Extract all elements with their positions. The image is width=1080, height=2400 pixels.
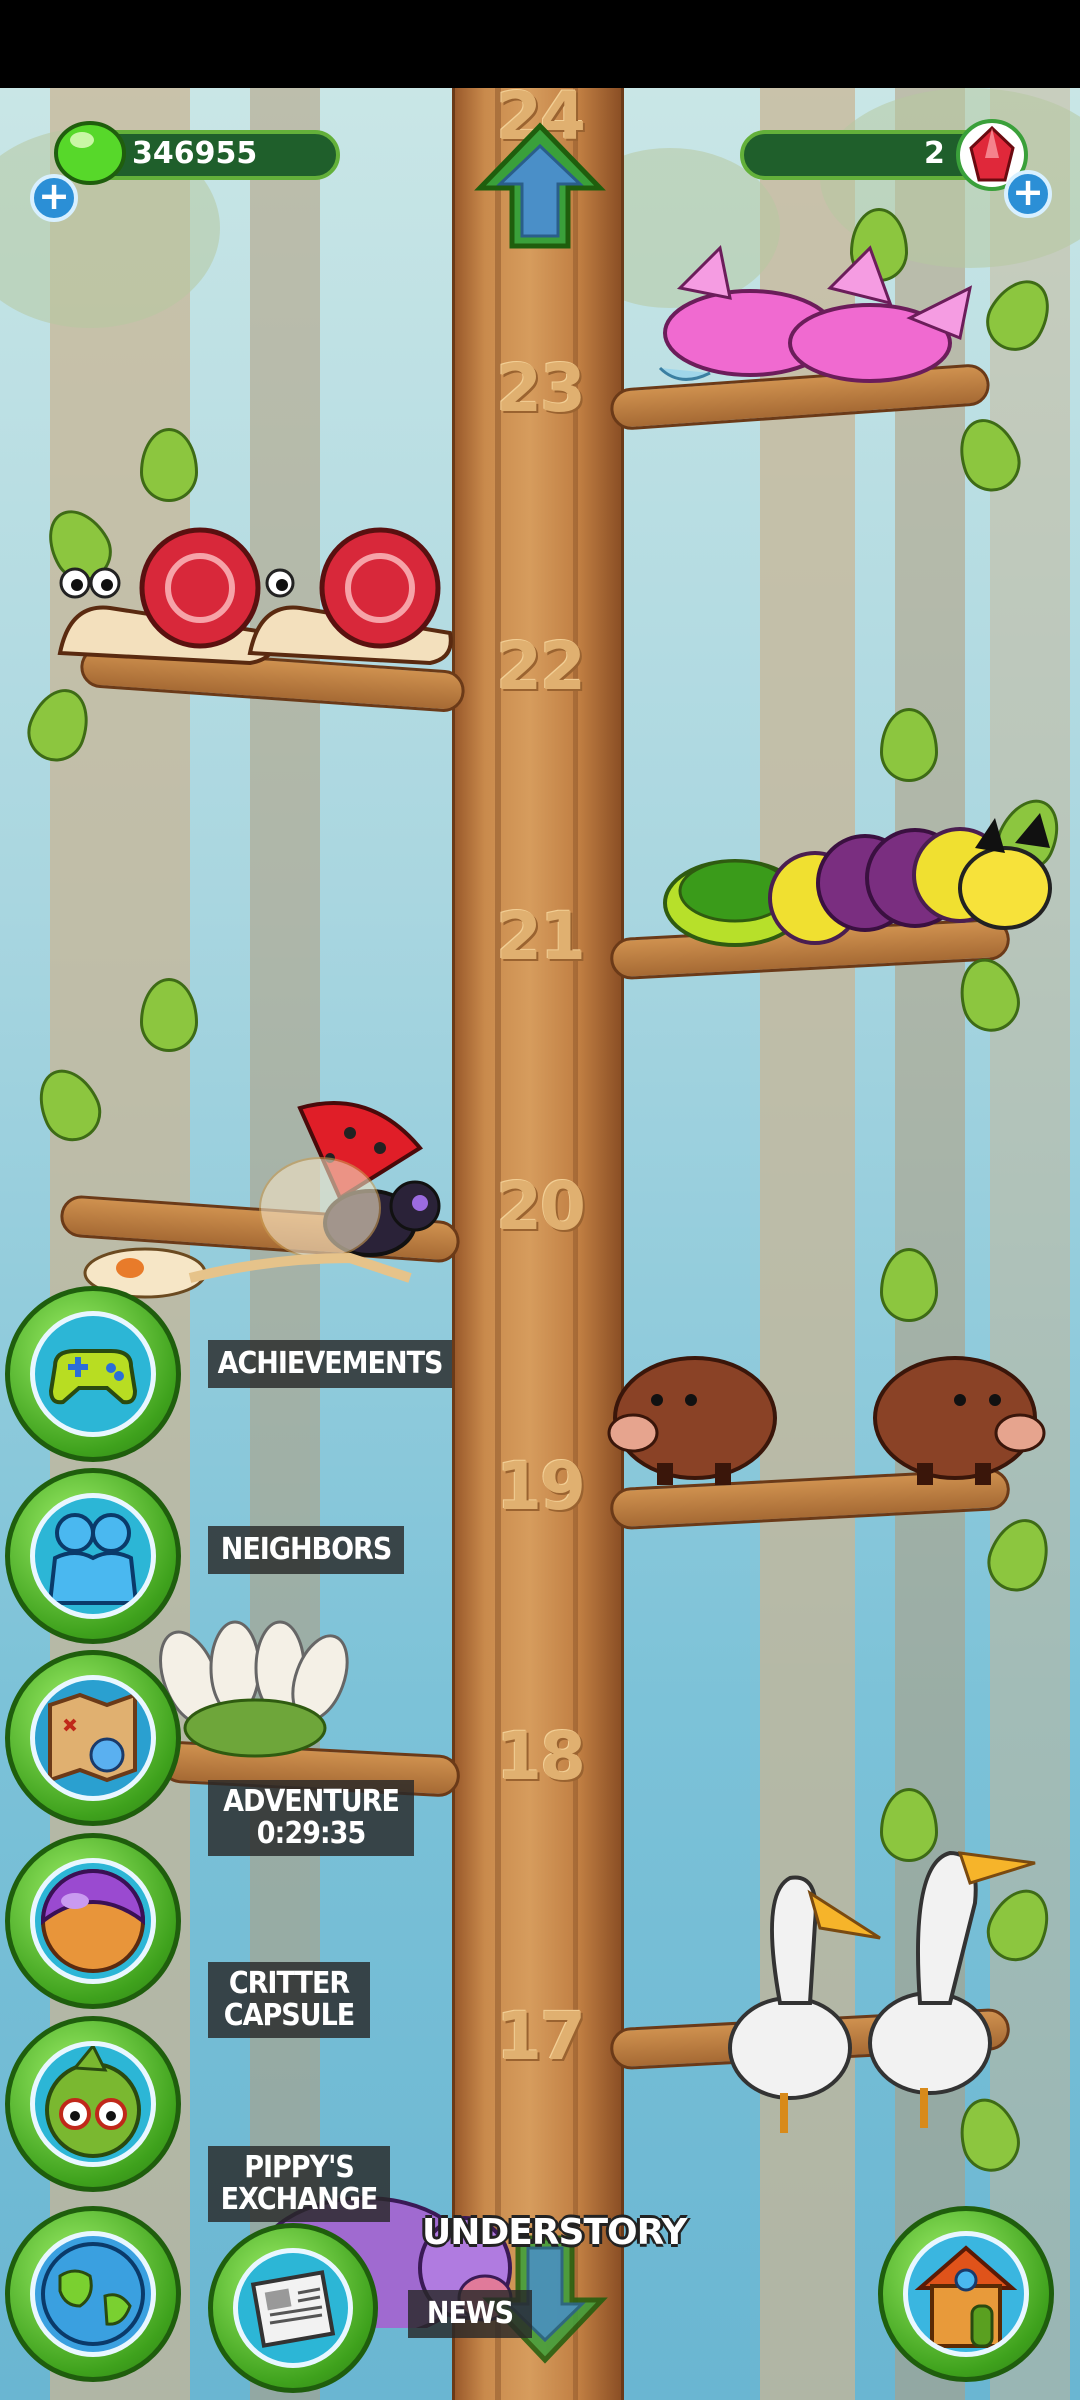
game-canvas[interactable]: 24 23 22 21 20 19 18 17 346955 + 2 + ACH… (0, 88, 1080, 2400)
home-button[interactable] (878, 2206, 1054, 2382)
neighbors-button[interactable] (5, 1468, 181, 1644)
achievements-label[interactable]: ACHIEVEMENTS (208, 1340, 452, 1388)
adventure-button[interactable] (5, 1650, 181, 1826)
news-button[interactable] (208, 2223, 378, 2393)
pippys-exchange-button[interactable] (5, 2016, 181, 2192)
critter-pelican[interactable] (680, 1833, 1040, 2153)
achievements-button[interactable] (5, 1286, 181, 1462)
floor-number-20: 20 (496, 1168, 586, 1245)
premium-bar (740, 130, 990, 180)
world-map-button[interactable] (5, 2206, 181, 2382)
currency-amount: 346955 (132, 136, 258, 171)
premium-amount: 2 (924, 136, 945, 171)
scroll-up-arrow-button[interactable] (470, 118, 610, 258)
gamepad-icon (30, 1311, 156, 1437)
neighbors-icon (30, 1493, 156, 1619)
treehouse-icon (903, 2231, 1029, 2357)
floor-number-21: 21 (496, 898, 586, 975)
critter-brown-boar[interactable] (595, 1328, 1055, 1488)
floor-number-18: 18 (496, 1718, 586, 1795)
treasure-map-icon (30, 1675, 156, 1801)
critter-pink-axolotl[interactable] (640, 218, 990, 398)
critter-ladybug-koi[interactable] (50, 1088, 470, 1318)
news-label[interactable]: NEWS (408, 2290, 532, 2338)
floor-number-22: 22 (496, 628, 586, 705)
adventure-timer: 0:29:35 (256, 1816, 367, 1851)
globe-icon (30, 2231, 156, 2357)
adventure-title: ADVENTURE (223, 1784, 400, 1819)
critter-capsule-line2: CAPSULE (223, 1998, 355, 2033)
critter-capsule-button[interactable] (5, 1833, 181, 2009)
add-currency-button[interactable]: + (30, 174, 78, 222)
pippys-exchange-line1: PIPPY'S (244, 2150, 355, 2185)
critter-capsule-label[interactable]: CRITTER CAPSULE (208, 1962, 370, 2038)
critter-red-snail[interactable] (50, 513, 460, 673)
adventure-label[interactable]: ADVENTURE 0:29:35 (208, 1780, 414, 1856)
critter-turtle-caterpillar[interactable] (655, 803, 1065, 963)
pippys-exchange-line2: EXCHANGE (220, 2182, 379, 2217)
floor-number-23: 23 (496, 350, 586, 427)
pippy-character-icon (30, 2041, 156, 2167)
newspaper-icon (233, 2248, 353, 2368)
current-area-title: UNDERSTORY (422, 2212, 687, 2253)
pippys-exchange-label[interactable]: PIPPY'S EXCHANGE (208, 2146, 390, 2222)
neighbors-label[interactable]: NEIGHBORS (208, 1526, 404, 1574)
critter-white-flower[interactable] (150, 1618, 360, 1758)
floor-number-19: 19 (496, 1448, 586, 1525)
floor-number-17: 17 (496, 1998, 586, 2075)
add-premium-button[interactable]: + (1004, 170, 1052, 218)
capsule-icon (30, 1858, 156, 1984)
critter-capsule-line1: CRITTER (228, 1966, 350, 2001)
